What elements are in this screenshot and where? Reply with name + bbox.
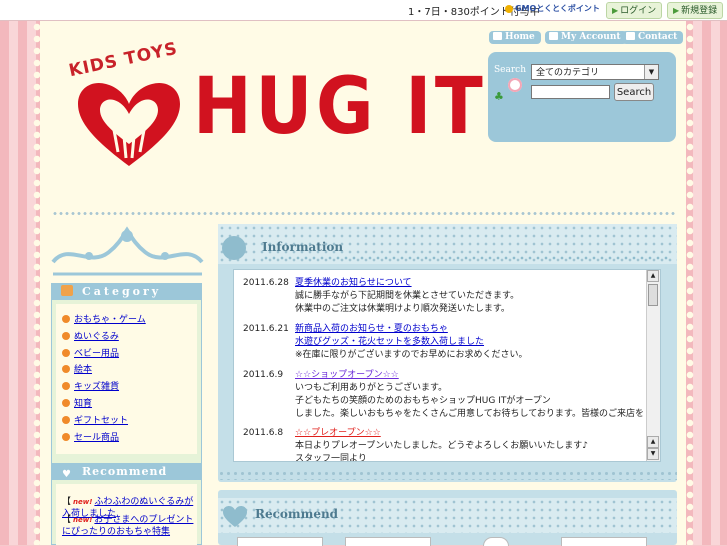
news-date: 2011.6.8 — [243, 428, 284, 438]
lace-border-left — [33, 21, 41, 545]
register-button[interactable]: ▶ 新規登録 — [667, 2, 724, 19]
scroll-thumb[interactable] — [648, 284, 658, 306]
bullet-icon — [62, 332, 70, 340]
logo-wordmark[interactable]: HUG IT — [193, 62, 486, 152]
recommend-title: Recommend — [255, 507, 339, 521]
category-heading: Category — [52, 283, 201, 300]
clover-icon: ♣ — [494, 90, 504, 103]
gmo-points-label: GMOとくとくポイント — [515, 4, 600, 13]
flower-icon — [508, 78, 522, 92]
nav-home-label: Home — [505, 32, 535, 42]
news-line: 誠に勝手ながら下記期間を休業とさせていただきます。 — [295, 291, 520, 301]
category-link[interactable]: ギフトセット — [74, 416, 128, 426]
register-label: 新規登録 — [681, 6, 718, 16]
new-badge: new! — [73, 498, 93, 506]
nav-home[interactable]: Home — [489, 31, 541, 44]
search-input[interactable] — [531, 85, 610, 99]
category-item[interactable]: 知育 — [62, 397, 92, 411]
header-divider — [52, 211, 676, 216]
search-label: Search — [494, 65, 526, 75]
bracket-icon: 【 — [62, 515, 72, 525]
new-badge: new! — [73, 516, 93, 524]
news-line: スタッフ一同より — [295, 454, 367, 462]
scroll-down-icon[interactable]: ▼ — [647, 448, 659, 460]
category-link[interactable]: 絵本 — [74, 365, 92, 375]
news-title-link[interactable]: ☆☆プレオープン☆☆ — [295, 428, 381, 438]
news-title-link[interactable]: ☆☆ショップオープン☆☆ — [295, 370, 399, 380]
news-line: 子どもたちの笑顔のためのおもちゃショップHUG ITがオープン — [295, 396, 551, 406]
sidebar-recommend-heading: ♥ Recommend — [52, 463, 201, 480]
lace-border-right — [686, 21, 694, 545]
category-link[interactable]: ベビー用品 — [74, 349, 119, 359]
news-date: 2011.6.9 — [243, 370, 284, 380]
news-title-link[interactable]: 水遊びグッズ・花火セットを多数入荷しました — [295, 337, 484, 347]
category-item[interactable]: セール商品 — [62, 431, 119, 445]
bullet-icon — [62, 382, 70, 390]
news-title-link[interactable]: 新商品入荷のお知らせ・夏のおもちゃ — [295, 324, 448, 334]
category-link[interactable]: おもちゃ・ゲーム — [74, 315, 146, 325]
scroll-up-icon[interactable]: ▲ — [647, 436, 659, 448]
category-link[interactable]: ぬいぐるみ — [74, 332, 119, 342]
dot-divider — [218, 470, 677, 480]
news-line: しました。楽しいおもちゃをたくさんご用意してお待ちしております。皆様のご来店を — [295, 409, 645, 419]
nav-my-account-label: My Account — [561, 32, 621, 42]
heart-icon — [223, 506, 247, 527]
gmo-coin-icon — [505, 4, 513, 13]
search-panel: Search ♣ 全てのカテゴリ ▼ Search — [488, 52, 676, 142]
category-item[interactable]: ベビー用品 — [62, 347, 119, 361]
category-item[interactable]: おもちゃ・ゲーム — [62, 313, 146, 327]
bullet-icon — [62, 315, 70, 323]
search-button[interactable]: Search — [614, 83, 654, 101]
category-item[interactable]: キッズ雑貨 — [62, 380, 119, 394]
bullet-icon — [62, 399, 70, 407]
news-list[interactable]: 2011.6.28 夏季休業のお知らせについて 誠に勝手ながら下記期間を休業とさ… — [233, 269, 661, 462]
category-link[interactable]: 知育 — [74, 399, 92, 409]
category-item[interactable]: ギフトセット — [62, 414, 128, 428]
heart-icon: ♥ — [62, 469, 72, 480]
mail-icon — [626, 32, 635, 40]
category-link[interactable]: セール商品 — [74, 433, 119, 443]
news-date: 2011.6.21 — [243, 324, 289, 334]
login-button[interactable]: ▶ ログイン — [606, 2, 663, 19]
information-icon — [222, 236, 246, 260]
arrow-icon: ▶ — [673, 6, 680, 15]
nav-contact[interactable]: Contact — [622, 31, 684, 44]
nav-contact-label: Contact — [638, 32, 678, 42]
category-item[interactable]: 絵本 — [62, 363, 92, 377]
bullet-icon — [62, 349, 70, 357]
news-date: 2011.6.28 — [243, 278, 289, 288]
gmo-points-link[interactable]: GMOとくとくポイント — [505, 3, 600, 14]
bullet-icon — [62, 365, 70, 373]
category-select[interactable]: 全てのカテゴリ ▼ — [531, 64, 659, 80]
news-title-link[interactable]: 夏季休業のお知らせについて — [295, 278, 412, 288]
recommend-item[interactable]: 【new! お子さまへのプレゼントにぴったりのおもちゃ特集 — [62, 514, 197, 538]
top-bar: 1・7日・830ポイント付与中 GMOとくとくポイント ▶ ログイン ▶ 新規登録 — [0, 0, 727, 21]
news-line: 休業中のご注文は休業明けより順次発送いたします。 — [295, 304, 510, 314]
category-item[interactable]: ぬいぐるみ — [62, 330, 119, 344]
account-icon — [549, 32, 558, 40]
login-label: ログイン — [620, 6, 657, 16]
scroll-up-icon[interactable]: ▲ — [647, 270, 659, 282]
information-title: Information — [262, 240, 344, 254]
category-link[interactable]: キッズ雑貨 — [74, 382, 119, 392]
bracket-icon: 【 — [62, 497, 72, 507]
crown-icon — [61, 285, 73, 296]
category-select-value: 全てのカテゴリ — [536, 68, 600, 78]
nav-my-account[interactable]: My Account — [545, 31, 627, 44]
star-divider — [262, 256, 672, 260]
news-line: いつもご利用ありがとうございます。 — [295, 383, 448, 393]
news-scrollbar[interactable]: ▲ ▲ ▼ — [646, 270, 660, 461]
news-line: 本日よりプレオープンいたしました。どうぞよろしくお願いいたします♪ — [295, 441, 589, 451]
home-icon — [493, 32, 502, 40]
chevron-down-icon: ▼ — [644, 65, 658, 79]
ornament-icon — [51, 226, 204, 276]
heart-logo-icon[interactable] — [74, 78, 184, 170]
sidebar-recommend-title: Recommend — [82, 465, 168, 478]
news-line: ※在庫に限りがございますのでお早めにお求めください。 — [295, 350, 528, 360]
bullet-icon — [62, 433, 70, 441]
bullet-icon — [62, 416, 70, 424]
arrow-icon: ▶ — [612, 6, 619, 15]
category-title: Category — [82, 285, 162, 298]
